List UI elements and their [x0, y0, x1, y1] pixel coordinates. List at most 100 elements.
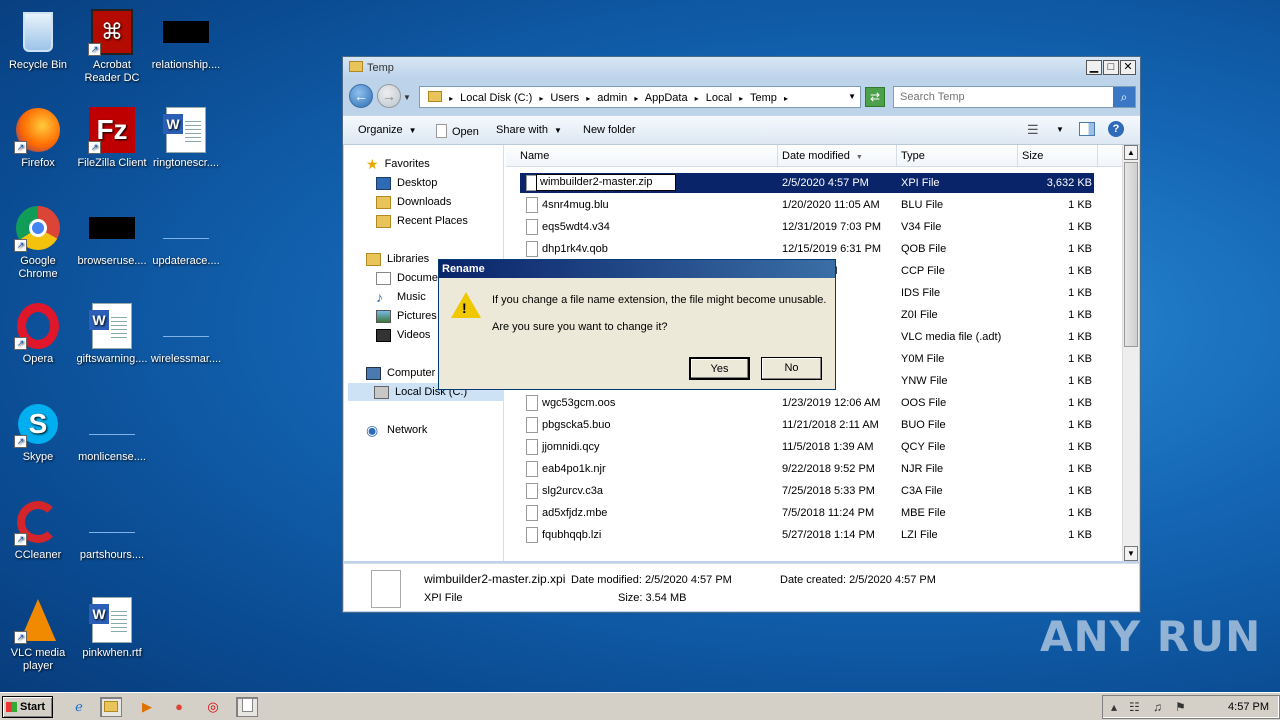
folder-icon [349, 61, 363, 72]
dialog-title[interactable]: Rename [439, 260, 835, 278]
column-header-type[interactable]: Type [897, 145, 1018, 167]
nav-desktop[interactable]: Desktop [376, 174, 437, 192]
address-dropdown-icon[interactable]: ▼ [848, 92, 856, 101]
column-header-name[interactable]: Name [516, 145, 778, 167]
nav-music[interactable]: ♪ Music [376, 288, 426, 306]
file-row[interactable]: slg2urcv.c3a 7/25/2018 5:33 PM C3A File 1 K… [506, 481, 1122, 503]
tray-flag-icon[interactable]: ⚑ [1175, 700, 1186, 714]
file-row[interactable]: wimbuilder2-master.zip 2/5/2020 4:57 PM XP… [506, 173, 1122, 195]
desktop-icon-relationship[interactable]: relationship.... [148, 8, 224, 72]
file-row[interactable]: wgc53gcm.oos 1/23/2019 12:06 AM OOS File 1 … [506, 393, 1122, 415]
nav-favorites[interactable]: ★ Favorites [366, 155, 430, 173]
start-button[interactable]: Start [2, 696, 53, 718]
internet-explorer-icon[interactable]: ℯ [68, 697, 90, 717]
desktop-icon-recycle-bin[interactable]: Recycle Bin [0, 8, 76, 72]
tray-volume-icon[interactable]: ♫ [1153, 700, 1162, 714]
desktop-icon-filezilla[interactable]: Fz ↗ FileZilla Client [74, 106, 150, 170]
nav-computer[interactable]: Computer [366, 364, 435, 382]
desktop-icon-chrome[interactable]: ↗ Google Chrome [0, 204, 76, 281]
window-titlebar[interactable]: Temp ▁ □ ✕ [343, 57, 1140, 79]
preview-pane-icon[interactable] [1079, 122, 1095, 136]
file-row[interactable]: 4snr4mug.blu 1/20/2020 11:05 AM BLU File 1 … [506, 195, 1122, 217]
downloads-icon [376, 195, 391, 209]
desktop-icon-ccleaner[interactable]: ↗ CCleaner [0, 498, 76, 562]
desktop-icon-firefox[interactable]: ↗ Firefox [0, 106, 76, 170]
file-row[interactable]: jjomnidi.qcy 11/5/2018 1:39 AM QCY File 1 K… [506, 437, 1122, 459]
column-header-size[interactable]: Size [1018, 145, 1098, 167]
rename-input[interactable]: wimbuilder2-master.zip [536, 174, 676, 191]
search-icon[interactable]: ⌕ [1113, 87, 1135, 107]
tray-network-icon[interactable]: ☷ [1129, 700, 1140, 714]
organize-button[interactable]: Organize ▼ [358, 124, 417, 136]
vertical-scrollbar[interactable]: ▲ ▼ [1122, 145, 1139, 561]
help-icon[interactable]: ? [1108, 121, 1124, 137]
file-row[interactable]: eab4po1k.njr 9/22/2018 9:52 PM NJR File 1 K… [506, 459, 1122, 481]
desktop-icon-skype[interactable]: S ↗ Skype [0, 400, 76, 464]
no-button[interactable]: No [761, 357, 822, 380]
back-button[interactable]: ← [349, 84, 373, 108]
desktop-icon-browseruse[interactable]: browseruse.... [74, 204, 150, 268]
desktop-icon-ringtonescr[interactable]: W ringtonescr.... [148, 106, 224, 170]
desktop-icon-vlc[interactable]: ↗ VLC media player [0, 596, 76, 673]
minimize-button[interactable]: ▁ [1086, 60, 1102, 75]
opera-taskbar-icon[interactable]: ◎ [202, 697, 224, 717]
scroll-up-arrow-icon[interactable]: ▲ [1124, 145, 1138, 160]
tray-expand-icon[interactable]: ▴ [1111, 700, 1117, 714]
file-row[interactable]: eqs5wdt4.v34 12/31/2019 7:03 PM V34 File 1 … [506, 217, 1122, 239]
search-box[interactable]: ⌕ [893, 86, 1136, 108]
address-bar[interactable]: ▸ Local Disk (C:) ▸ Users ▸ admin ▸ AppD… [419, 86, 861, 108]
file-name: wgc53gcm.oos [542, 397, 616, 409]
notepad-taskbar-icon[interactable] [236, 697, 258, 717]
breadcrumb-users[interactable]: Users [550, 92, 579, 104]
nav-recent-places[interactable]: Recent Places [376, 212, 468, 230]
scrollbar-thumb[interactable] [1124, 162, 1138, 347]
column-header-row: Name Date modified ▼ Type Size [506, 145, 1122, 167]
chrome-taskbar-icon[interactable]: ● [168, 697, 190, 717]
search-input[interactable] [894, 87, 1109, 107]
desktop-icon-pinkwhen[interactable]: W pinkwhen.rtf [74, 596, 150, 660]
scroll-down-arrow-icon[interactable]: ▼ [1124, 546, 1138, 561]
breadcrumb-separator-icon: ▸ [783, 94, 788, 103]
file-row[interactable]: pbgscka5.buo 11/21/2018 2:11 AM BUO File 1 … [506, 415, 1122, 437]
desktop-icon-acrobat[interactable]: ⌘ ↗ Acrobat Reader DC [74, 8, 150, 85]
view-options-icon[interactable]: ☰ [1027, 122, 1039, 138]
close-button[interactable]: ✕ [1120, 60, 1136, 75]
breadcrumb-local-disk[interactable]: Local Disk (C:) [460, 92, 532, 104]
taskbar-clock[interactable]: 4:57 PM [1228, 701, 1269, 713]
new-folder-button[interactable]: New folder [583, 124, 636, 136]
desktop-icon-opera[interactable]: ↗ Opera [0, 302, 76, 366]
breadcrumb-temp[interactable]: Temp [750, 92, 777, 104]
explorer-taskbar-icon[interactable] [100, 697, 122, 717]
desktop-icon-wirelessmar[interactable]: wirelessmar.... [148, 302, 224, 366]
desktop-icon-updaterace[interactable]: updaterace.... [148, 204, 224, 268]
file-size: 1 KB [1068, 265, 1092, 277]
nav-network[interactable]: ◉ Network [366, 421, 427, 439]
forward-button[interactable]: → [377, 84, 401, 108]
media-player-icon[interactable]: ▶ [136, 697, 158, 717]
breadcrumb-admin[interactable]: admin [597, 92, 627, 104]
file-icon [526, 197, 538, 213]
file-row[interactable]: ad5xfjdz.mbe 7/5/2018 11:24 PM MBE File 1 K… [506, 503, 1122, 525]
breadcrumb-local[interactable]: Local [706, 92, 732, 104]
file-row[interactable]: fqubhqqb.lzi 5/27/2018 1:14 PM LZI File 1 K… [506, 525, 1122, 547]
open-button[interactable]: Open [436, 124, 479, 138]
desktop-icon-giftswarning[interactable]: W giftswarning.... [74, 302, 150, 366]
share-with-button[interactable]: Share with ▼ [496, 124, 562, 136]
breadcrumb-appdata[interactable]: AppData [645, 92, 688, 104]
desktop-icon-partshours[interactable]: partshours.... [74, 498, 150, 562]
refresh-button[interactable]: ⇄ [865, 87, 885, 107]
window-title: Temp [367, 62, 394, 74]
file-row[interactable]: dhp1rk4v.qob 12/15/2019 6:31 PM QOB File 1 … [506, 239, 1122, 261]
nav-libraries[interactable]: Libraries [366, 250, 429, 268]
view-dropdown-icon[interactable]: ▼ [1056, 125, 1064, 134]
yes-button[interactable]: Yes [689, 357, 750, 380]
recent-pages-chevron-icon[interactable]: ▼ [403, 93, 411, 102]
column-header-date-modified[interactable]: Date modified ▼ [778, 145, 897, 167]
maximize-button[interactable]: □ [1103, 60, 1119, 75]
desktop-icon-monlicense[interactable]: monlicense.... [74, 400, 150, 464]
file-name: eqs5wdt4.v34 [542, 221, 610, 233]
nav-downloads[interactable]: Downloads [376, 193, 451, 211]
nav-videos[interactable]: Videos [376, 326, 430, 344]
file-type: MBE File [901, 507, 946, 519]
nav-pictures[interactable]: Pictures [376, 307, 437, 325]
